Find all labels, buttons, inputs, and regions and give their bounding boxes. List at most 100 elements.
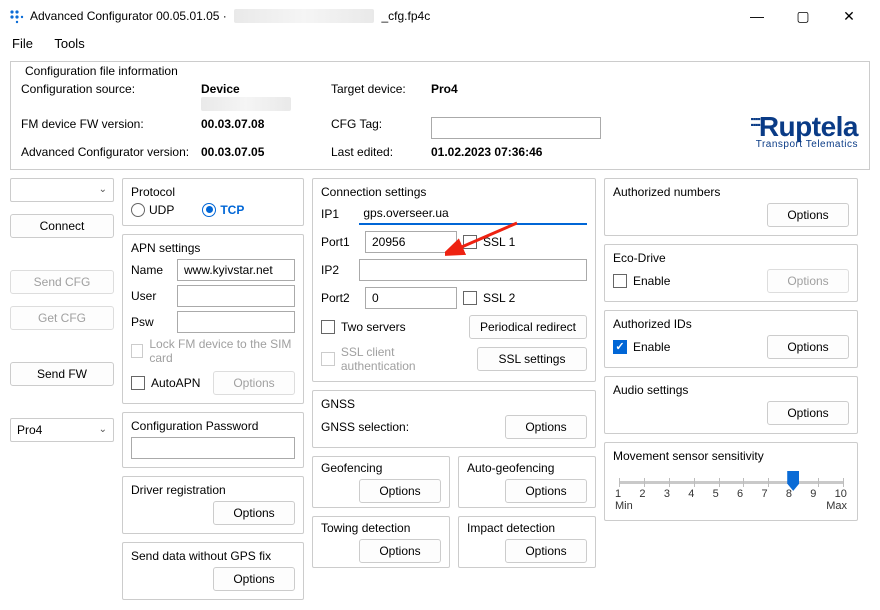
- config-source-value: Device: [201, 82, 331, 111]
- auth-numbers-title: Authorized numbers: [613, 185, 849, 199]
- port2-input[interactable]: [365, 287, 457, 309]
- apn-psw-input[interactable]: [177, 311, 295, 333]
- config-info-legend: Configuration file information: [21, 64, 859, 78]
- apn-options-button[interactable]: Options: [213, 371, 295, 395]
- get-cfg-button[interactable]: Get CFG: [10, 306, 114, 330]
- slider-tick-label: 8: [786, 488, 792, 500]
- device-type-select[interactable]: Pro4⌄: [10, 418, 114, 442]
- menubar: File Tools: [0, 32, 880, 55]
- cfg-tag-input[interactable]: [431, 117, 601, 139]
- driver-registration-group: Driver registration Options: [122, 476, 304, 534]
- eco-options-button[interactable]: Options: [767, 269, 849, 293]
- protocol-udp-radio[interactable]: UDP: [131, 203, 174, 217]
- authorized-numbers-group: Authorized numbers Options: [604, 178, 858, 236]
- chevron-down-icon: ⌄: [99, 184, 107, 195]
- auth-ids-enable-label: Enable: [633, 340, 670, 354]
- towing-title: Towing detection: [321, 521, 441, 535]
- sensitivity-slider[interactable]: 12345678910 Min Max: [613, 467, 849, 512]
- apn-name-input[interactable]: [177, 259, 295, 281]
- auth-ids-enable-checkbox[interactable]: [613, 340, 627, 354]
- connection-settings-group: Connection settings IP1 Port1 SSL 1 IP2: [312, 178, 596, 382]
- last-edited-value: 01.02.2023 07:36:46: [431, 145, 631, 159]
- protocol-tcp-radio[interactable]: TCP: [202, 203, 244, 217]
- send-cfg-button[interactable]: Send CFG: [10, 270, 114, 294]
- send-fw-button[interactable]: Send FW: [10, 362, 114, 386]
- fm-fw-value: 00.03.07.08: [201, 117, 331, 139]
- conn-title: Connection settings: [321, 185, 587, 199]
- protocol-group: Protocol UDP TCP: [122, 178, 304, 226]
- sensitivity-group: Movement sensor sensitivity 12345678910 …: [604, 442, 858, 521]
- ssl-settings-button[interactable]: SSL settings: [477, 347, 587, 371]
- eco-drive-group: Eco-Drive Enable Options: [604, 244, 858, 302]
- apn-user-input[interactable]: [177, 285, 295, 307]
- port1-input[interactable]: [365, 231, 457, 253]
- window-title: Advanced Configurator 00.05.01.05 · _cfg…: [30, 9, 734, 24]
- brand-tagline: Transport Telematics: [750, 139, 859, 150]
- slider-tick-label: 7: [761, 488, 767, 500]
- ssl2-checkbox[interactable]: [463, 291, 477, 305]
- periodical-redirect-button[interactable]: Periodical redirect: [469, 315, 587, 339]
- gnss-options-button[interactable]: Options: [505, 415, 587, 439]
- audio-settings-group: Audio settings Options: [604, 376, 858, 434]
- auth-ids-options-button[interactable]: Options: [767, 335, 849, 359]
- auth-numbers-options-button[interactable]: Options: [767, 203, 849, 227]
- send-no-gps-options-button[interactable]: Options: [213, 567, 295, 591]
- slider-tick-label: 5: [713, 488, 719, 500]
- two-servers-checkbox[interactable]: [321, 320, 335, 334]
- adv-ver-value: 00.03.07.05: [201, 145, 331, 159]
- slider-min-label: Min: [615, 500, 633, 512]
- config-source-redacted: [201, 97, 291, 111]
- ssl1-checkbox[interactable]: [463, 235, 477, 249]
- geofencing-options-button[interactable]: Options: [359, 479, 441, 503]
- menu-tools[interactable]: Tools: [54, 36, 84, 51]
- title-suffix: _cfg.fp4c: [382, 9, 431, 23]
- eco-enable-checkbox[interactable]: [613, 274, 627, 288]
- cfg-tag-label: CFG Tag:: [331, 117, 431, 139]
- ssl2-label: SSL 2: [483, 291, 515, 305]
- slider-tick-label: 2: [639, 488, 645, 500]
- towing-group: Towing detection Options: [312, 516, 450, 568]
- connect-button[interactable]: Connect: [10, 214, 114, 238]
- maximize-button[interactable]: ▢: [780, 1, 826, 31]
- slider-tick-label: 1: [615, 488, 621, 500]
- eco-enable-label: Enable: [633, 274, 670, 288]
- auto-geo-options-button[interactable]: Options: [505, 479, 587, 503]
- port-select[interactable]: ⌄: [10, 178, 114, 202]
- config-password-group: Configuration Password: [122, 412, 304, 468]
- apn-title: APN settings: [131, 241, 295, 255]
- ssl1-label: SSL 1: [483, 235, 515, 249]
- gnss-title: GNSS: [321, 397, 587, 411]
- title-redacted: [234, 9, 374, 23]
- app-icon: [8, 8, 24, 24]
- ip1-input[interactable]: [359, 203, 587, 225]
- ssl-auth-checkbox: [321, 352, 335, 366]
- eco-title: Eco-Drive: [613, 251, 849, 265]
- slider-tick-label: 10: [835, 488, 847, 500]
- port2-label: Port2: [321, 291, 359, 305]
- audio-options-button[interactable]: Options: [767, 401, 849, 425]
- geofencing-title: Geofencing: [321, 461, 441, 475]
- title-prefix: Advanced Configurator 00.05.01.05 ·: [30, 9, 227, 23]
- fm-fw-label: FM device FW version:: [21, 117, 201, 139]
- send-no-gps-group: Send data without GPS fix Options: [122, 542, 304, 600]
- driver-reg-options-button[interactable]: Options: [213, 501, 295, 525]
- towing-options-button[interactable]: Options: [359, 539, 441, 563]
- apn-name-label: Name: [131, 263, 173, 277]
- config-password-input[interactable]: [131, 437, 295, 459]
- close-button[interactable]: ✕: [826, 1, 872, 31]
- minimize-button[interactable]: ―: [734, 1, 780, 31]
- target-device-label: Target device:: [331, 82, 431, 111]
- impact-options-button[interactable]: Options: [505, 539, 587, 563]
- auto-apn-checkbox[interactable]: [131, 376, 145, 390]
- config-pw-title: Configuration Password: [131, 419, 295, 433]
- authorized-ids-group: Authorized IDs Enable Options: [604, 310, 858, 368]
- ip1-label: IP1: [321, 207, 353, 221]
- menu-file[interactable]: File: [12, 36, 33, 51]
- ip2-input[interactable]: [359, 259, 587, 281]
- target-device-value: Pro4: [431, 82, 631, 111]
- auto-apn-label: AutoAPN: [151, 376, 200, 390]
- protocol-title: Protocol: [131, 185, 295, 199]
- impact-title: Impact detection: [467, 521, 587, 535]
- chevron-down-icon: ⌄: [99, 424, 107, 435]
- config-source-label: Configuration source:: [21, 82, 201, 111]
